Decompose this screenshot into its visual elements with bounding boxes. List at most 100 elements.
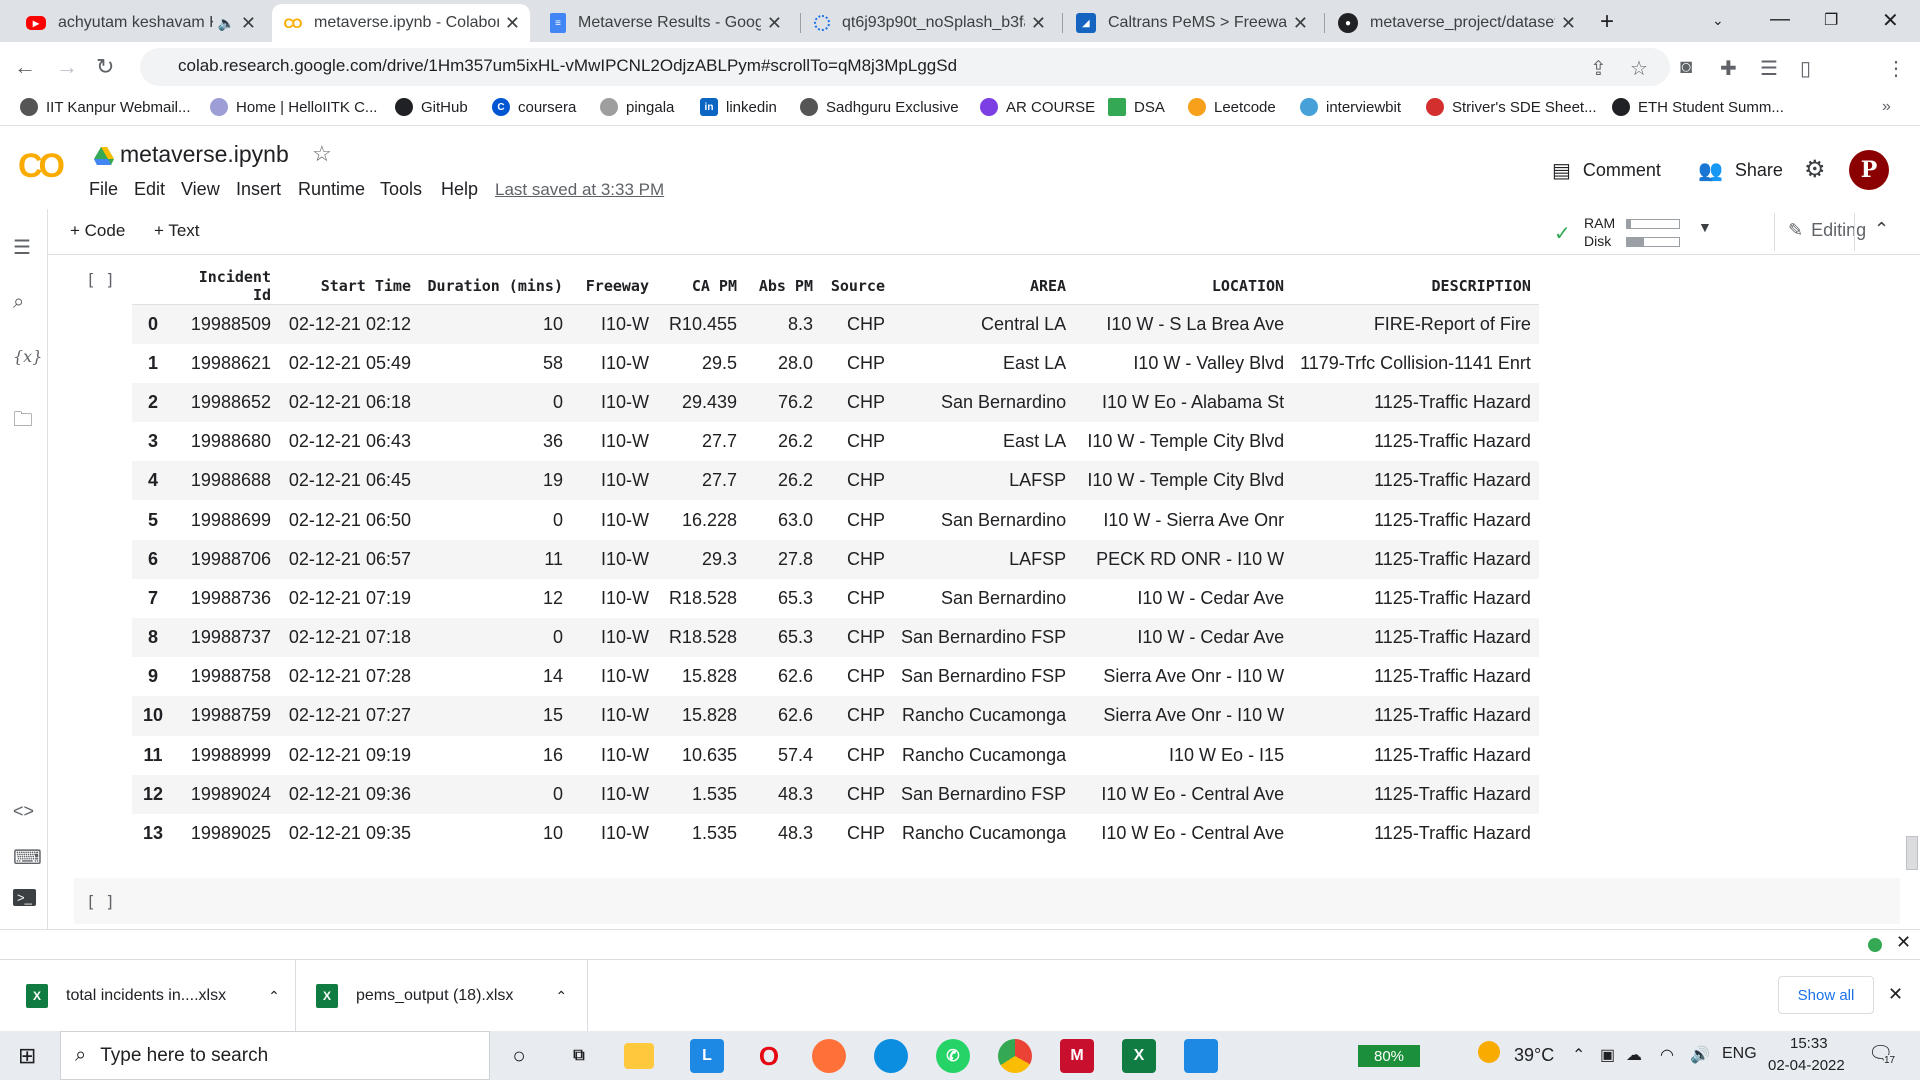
- code-snippets-icon[interactable]: <>: [13, 801, 34, 822]
- menu-tools[interactable]: Tools: [380, 179, 422, 200]
- run-cell-button[interactable]: [ ]: [86, 270, 115, 289]
- forward-icon[interactable]: →: [56, 54, 78, 80]
- excel-icon[interactable]: X: [1122, 1039, 1156, 1073]
- account-avatar[interactable]: P: [1849, 150, 1889, 190]
- tab-caltrans[interactable]: ◢ Caltrans PeMS > Freeway I ✕: [1066, 4, 1318, 42]
- menu-runtime[interactable]: Runtime: [298, 179, 365, 200]
- whatsapp-icon[interactable]: ✆: [936, 1039, 970, 1073]
- collapse-header-chevron-icon[interactable]: ⌃: [1874, 219, 1889, 240]
- close-window-icon[interactable]: ✕: [1882, 8, 1899, 33]
- notebook-scrollbar-thumb[interactable]: [1906, 836, 1918, 870]
- onedrive-icon[interactable]: ☁: [1626, 1045, 1642, 1065]
- taskbar-search-box[interactable]: ⌕ Type here to search: [60, 1031, 490, 1080]
- settings-gear-icon[interactable]: ⚙: [1804, 155, 1826, 184]
- photos-icon[interactable]: [1184, 1039, 1218, 1073]
- add-code-button[interactable]: + Code: [70, 221, 125, 241]
- device-icon[interactable]: ▣: [1600, 1045, 1615, 1065]
- new-tab-icon[interactable]: +: [1600, 8, 1614, 36]
- add-text-button[interactable]: + Text: [154, 221, 200, 241]
- download-item[interactable]: X total incidents in....xlsx ⌃: [0, 960, 296, 1032]
- chrome-icon[interactable]: [998, 1039, 1032, 1073]
- bookmark-item[interactable]: AR COURSE: [980, 98, 1095, 116]
- show-all-downloads-button[interactable]: Show all: [1778, 976, 1874, 1014]
- tab-colab[interactable]: CO metaverse.ipynb - Colabora ✕: [272, 4, 530, 42]
- bookmark-item[interactable]: Home | HelloIITK C...: [210, 98, 377, 116]
- star-icon[interactable]: ☆: [312, 141, 332, 167]
- download-item[interactable]: X pems_output (18).xlsx ⌃: [296, 960, 588, 1032]
- tab-youtube[interactable]: ▶ achyutam keshavam Kr 🔈 ✕: [16, 4, 266, 42]
- tab-close-icon[interactable]: ✕: [241, 13, 256, 34]
- terminal-icon[interactable]: >_: [13, 889, 36, 906]
- menu-edit[interactable]: Edit: [134, 179, 165, 200]
- task-view-icon[interactable]: ⧉: [562, 1039, 596, 1073]
- opera-icon[interactable]: O: [752, 1039, 786, 1073]
- tab-github[interactable]: ● metaverse_project/dataset ✕: [1328, 4, 1586, 42]
- network-icon[interactable]: ◠: [1660, 1045, 1674, 1065]
- variables-icon[interactable]: {x}: [13, 347, 42, 366]
- chevron-up-icon[interactable]: ⌃: [555, 988, 567, 1005]
- resources-indicator[interactable]: ✓ RAM Disk ▼: [1554, 213, 1754, 251]
- close-status-icon[interactable]: ✕: [1896, 932, 1911, 953]
- close-downloads-icon[interactable]: ✕: [1888, 984, 1903, 1005]
- url-text[interactable]: colab.research.google.com/drive/1Hm357um…: [178, 56, 957, 76]
- last-saved-link[interactable]: Last saved at 3:33 PM: [495, 180, 664, 200]
- windows-start-icon[interactable]: ⊞: [18, 1043, 36, 1069]
- notebook-title[interactable]: metaverse.ipynb: [120, 141, 289, 168]
- empty-code-cell[interactable]: [ ]: [74, 878, 1900, 924]
- input-language[interactable]: ENG: [1722, 1045, 1757, 1063]
- run-cell-button[interactable]: [ ]: [86, 892, 115, 911]
- firefox-icon[interactable]: [812, 1039, 846, 1073]
- tab-close-icon[interactable]: ✕: [1293, 13, 1308, 34]
- tab-close-icon[interactable]: ✕: [1031, 13, 1046, 34]
- tab-close-icon[interactable]: ✕: [505, 13, 520, 34]
- weather-sun-icon[interactable]: [1478, 1041, 1500, 1063]
- share-page-icon[interactable]: ⇪: [1590, 56, 1607, 81]
- tab-close-icon[interactable]: ✕: [767, 13, 782, 34]
- more-bookmarks-icon[interactable]: »: [1882, 98, 1891, 116]
- reload-icon[interactable]: ↻: [96, 54, 114, 80]
- clock-time[interactable]: 15:33: [1790, 1035, 1828, 1052]
- camera-icon[interactable]: ◙: [1680, 56, 1692, 79]
- minimize-icon[interactable]: —: [1770, 8, 1790, 31]
- colab-logo[interactable]: CO: [18, 147, 65, 186]
- share-button[interactable]: 👥 Share: [1698, 158, 1783, 183]
- restore-icon[interactable]: ❐: [1824, 10, 1838, 30]
- extensions-icon[interactable]: ✚: [1720, 56, 1737, 81]
- cortana-icon[interactable]: ○: [502, 1039, 536, 1073]
- google-drive-icon[interactable]: [94, 147, 114, 165]
- edge-icon[interactable]: [874, 1039, 908, 1073]
- bookmark-star-icon[interactable]: ☆: [1630, 56, 1648, 81]
- menu-file[interactable]: File: [89, 179, 118, 200]
- bookmark-item[interactable]: interviewbit: [1300, 98, 1401, 116]
- bookmark-item[interactable]: Ccoursera: [492, 98, 576, 116]
- tab-splash[interactable]: qt6j93p90t_noSplash_b3faa ✕: [804, 4, 1056, 42]
- file-explorer-icon[interactable]: [624, 1043, 654, 1069]
- back-icon[interactable]: ←: [14, 54, 36, 80]
- bookmark-item[interactable]: ETH Student Summ...: [1612, 98, 1784, 116]
- battery-meter[interactable]: 80%: [1358, 1045, 1420, 1067]
- side-panel-icon[interactable]: ▯: [1800, 56, 1811, 81]
- l-app-icon[interactable]: L: [690, 1039, 724, 1073]
- menu-view[interactable]: View: [181, 179, 220, 200]
- tab-google-docs[interactable]: ≡ Metaverse Results - Google ✕: [540, 4, 792, 42]
- bookmark-item[interactable]: pingala: [600, 98, 674, 116]
- bookmark-item[interactable]: Striver's SDE Sheet...: [1426, 98, 1597, 116]
- command-palette-icon[interactable]: ⌨: [13, 845, 42, 870]
- chevron-up-icon[interactable]: ⌃: [268, 988, 280, 1005]
- table-of-contents-icon[interactable]: ☰: [13, 235, 31, 260]
- show-hidden-icons-icon[interactable]: ⌃: [1572, 1045, 1585, 1065]
- comment-button[interactable]: ▤ Comment: [1552, 158, 1661, 183]
- search-icon[interactable]: ⌕: [13, 291, 24, 314]
- files-folder-icon[interactable]: 🗀: [13, 405, 33, 439]
- reading-list-icon[interactable]: ☰: [1760, 56, 1778, 81]
- menu-insert[interactable]: Insert: [236, 179, 281, 200]
- menu-help[interactable]: Help: [441, 179, 478, 200]
- bookmark-item[interactable]: GitHub: [395, 98, 468, 116]
- clock-date[interactable]: 02-04-2022: [1768, 1057, 1845, 1074]
- volume-icon[interactable]: 🔊: [1690, 1045, 1710, 1065]
- bookmark-item[interactable]: IIT Kanpur Webmail...: [20, 98, 191, 116]
- tab-search-chevron-icon[interactable]: ⌄: [1712, 12, 1724, 29]
- resources-dropdown-icon[interactable]: ▼: [1698, 219, 1712, 235]
- tab-close-icon[interactable]: ✕: [1561, 13, 1576, 34]
- chrome-menu-icon[interactable]: ⋮: [1886, 56, 1906, 81]
